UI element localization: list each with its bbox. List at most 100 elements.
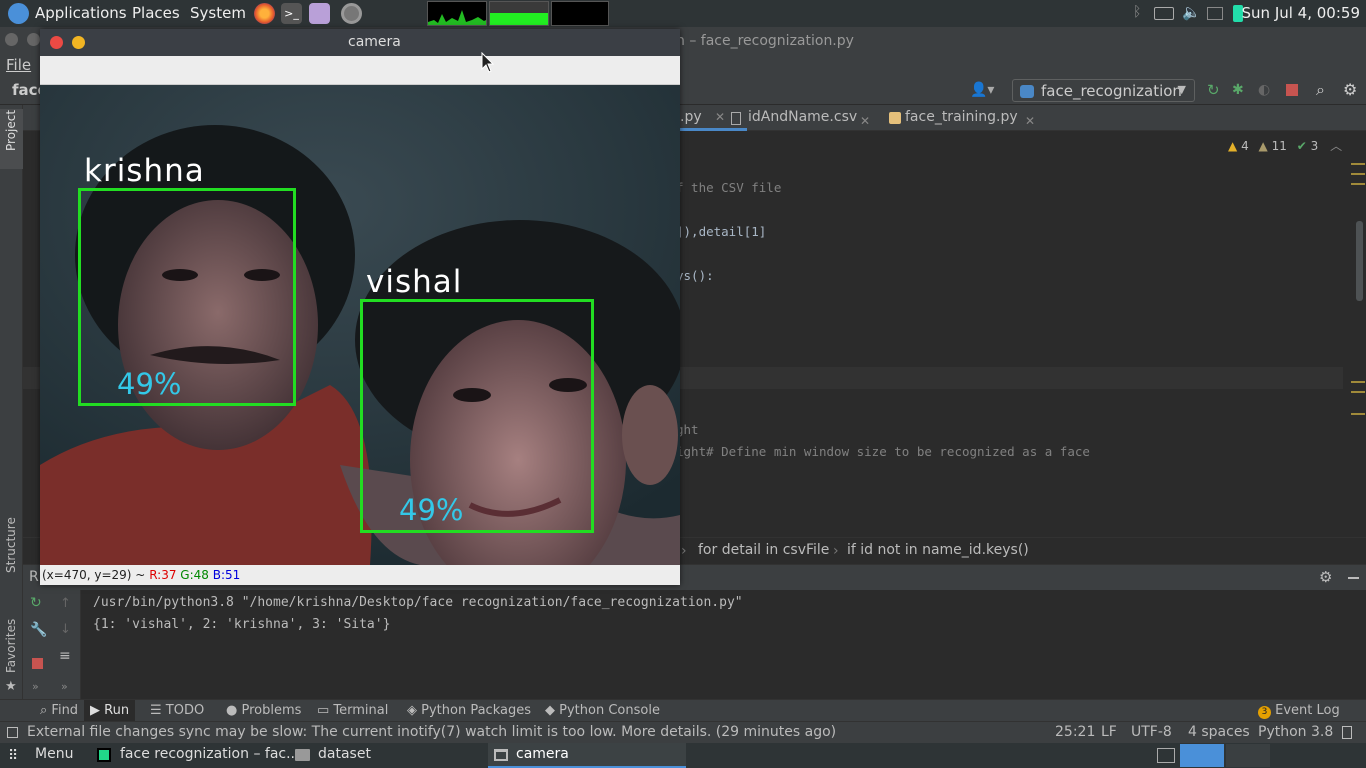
chevron-up-icon[interactable]: ︿ (1330, 139, 1342, 153)
ide-title: n – face_recognization.py (676, 33, 854, 49)
stop-icon[interactable] (32, 658, 43, 669)
volume-icon[interactable]: 🔈 (1182, 3, 1201, 21)
ide-window-close-button[interactable] (5, 33, 18, 46)
text-editor-icon[interactable] (309, 3, 330, 24)
close-icon[interactable]: ✕ (1025, 114, 1035, 128)
user-icon[interactable]: 👤▾ (970, 82, 994, 98)
structure-tool-label[interactable]: Structure (4, 517, 18, 573)
taskbar-item-dataset[interactable]: dataset (292, 743, 486, 768)
places-menu[interactable]: Places (132, 4, 180, 22)
file-menu[interactable]: File (6, 56, 31, 74)
chevron-down-icon: ▼ (1177, 83, 1186, 96)
network-icon[interactable] (1207, 7, 1223, 20)
code-line: ight# Define min window size to be recog… (676, 444, 1090, 459)
pixel-coords: (x=470, y=29) ~ (42, 568, 146, 582)
rerun-icon[interactable]: ↻ (30, 595, 42, 611)
tab-face-training[interactable]: face_training.py (905, 109, 1018, 125)
settings-app-icon[interactable] (341, 3, 362, 24)
breadcrumb-separator: › (681, 543, 687, 559)
breadcrumb-for-detail[interactable]: for detail in csvFile (698, 542, 829, 558)
distro-logo-icon[interactable] (8, 3, 29, 24)
run-configuration-select[interactable]: face_recognization ▼ (1012, 79, 1195, 102)
tab-label: .py (680, 109, 702, 125)
applications-menu[interactable]: Applications (35, 4, 127, 22)
status-message[interactable]: External file changes sync may be slow: … (27, 724, 836, 740)
wrench-icon[interactable]: 🔧 (30, 622, 47, 638)
minimize-button[interactable] (72, 36, 85, 49)
tab-python-console[interactable]: ◆ Python Console (545, 703, 660, 718)
gear-icon[interactable]: ⚙ (1319, 568, 1332, 586)
console-line: {1: 'vishal', 2: 'krishna', 3: 'Sita'} (93, 617, 391, 632)
taskbar-item-camera[interactable]: camera (488, 743, 686, 768)
camera-titlebar[interactable]: camera (40, 29, 680, 56)
menu-label: Menu (35, 746, 74, 762)
project-tool-tab[interactable]: Project (0, 109, 23, 169)
python-interpreter[interactable]: Python 3.8 (1258, 724, 1333, 740)
check-icon: ✔ (1296, 139, 1307, 153)
tab-todo[interactable]: ☰ TODO (150, 703, 204, 718)
folder-icon (295, 749, 310, 761)
coverage-icon[interactable]: ◐ (1258, 82, 1270, 98)
taskbar-item-label: dataset (318, 746, 371, 762)
info-icon: ● (226, 703, 242, 718)
soft-wrap-icon[interactable]: ≡ (59, 648, 71, 664)
cursor-position[interactable]: 25:21 (1055, 724, 1095, 740)
face-confidence-label: 49% (399, 493, 464, 527)
search-icon[interactable]: ⌕ (1316, 80, 1325, 100)
debug-icon[interactable]: ✱ (1232, 82, 1244, 98)
grid-menu-icon: ⠿ (8, 748, 19, 764)
minimize-icon[interactable] (1348, 577, 1359, 579)
stop-icon[interactable] (1286, 84, 1298, 96)
tab-find-label: Find (51, 703, 79, 718)
clock[interactable]: Sun Jul 4, 00:59 (1242, 4, 1360, 22)
file-encoding[interactable]: UTF-8 (1131, 724, 1172, 740)
more-icon[interactable]: » (61, 680, 68, 693)
terminal-icon[interactable]: >_ (281, 3, 302, 24)
pixel-green: G:48 (180, 568, 209, 582)
indent-setting[interactable]: 4 spaces (1188, 724, 1250, 740)
lock-icon[interactable] (1342, 726, 1352, 739)
tab-idandname[interactable]: idAndName.csv (748, 109, 857, 125)
status-toggle-icon[interactable] (7, 727, 18, 738)
gear-icon[interactable]: ⚙ (1343, 80, 1357, 99)
terminal-icon: ▭ (317, 703, 334, 718)
tab-problems[interactable]: ● Problems (226, 703, 301, 718)
tab-event-log-label: Event Log (1275, 703, 1340, 718)
rerun-icon[interactable]: ↻ (1207, 81, 1220, 99)
tab-python-packages[interactable]: ◈ Python Packages (407, 703, 531, 718)
workspace-switcher[interactable] (1180, 744, 1224, 767)
tab-terminal[interactable]: ▭ Terminal (317, 703, 388, 718)
close-icon[interactable]: ✕ (860, 114, 870, 128)
tab-run[interactable]: ▶ Run (84, 700, 136, 722)
close-button[interactable] (50, 36, 63, 49)
tab-event-log[interactable]: 3 Event Log (1258, 703, 1340, 719)
bluetooth-icon[interactable]: ᛒ (1133, 4, 1141, 20)
breadcrumb-if-id[interactable]: if id not in name_id.keys() (847, 542, 1029, 558)
down-arrow-icon[interactable]: ↓ (60, 622, 71, 637)
keyboard-icon[interactable] (1154, 7, 1174, 20)
face-name-label: vishal (366, 264, 463, 300)
inspection-widget[interactable]: ▲ 4 ▲ 11 ✔ 3 ︿ (1228, 137, 1342, 154)
tab-run-label: Run (104, 703, 130, 718)
list-icon: ☰ (150, 703, 166, 718)
package-icon: ◈ (407, 703, 422, 718)
line-separator[interactable]: LF (1101, 724, 1117, 740)
camera-frame[interactable]: krishna 49% vishal 49% (40, 85, 680, 565)
close-icon[interactable]: ✕ (715, 110, 725, 124)
favorites-tool-label[interactable]: Favorites (4, 619, 18, 673)
code-line: ys(): (676, 268, 714, 283)
show-desktop-icon[interactable] (1157, 748, 1175, 763)
run-console[interactable]: /usr/bin/python3.8 "/home/krishna/Deskto… (82, 590, 1366, 703)
taskbar-item-pycharm[interactable]: face recognization – fac... (94, 743, 299, 768)
system-menu[interactable]: System (190, 4, 246, 22)
firefox-icon[interactable] (254, 3, 275, 24)
star-icon: ★ (5, 679, 17, 694)
workspace-2[interactable] (1226, 744, 1270, 767)
camera-toolbar (40, 56, 680, 85)
ide-window-minimize-button[interactable] (27, 33, 40, 46)
more-icon[interactable]: » (32, 680, 39, 693)
tab-find[interactable]: ⌕ Find (40, 703, 78, 718)
taskbar-item-label: camera (516, 746, 569, 762)
code-line: ]),detail[1] (676, 224, 767, 239)
up-arrow-icon[interactable]: ↑ (60, 596, 71, 611)
